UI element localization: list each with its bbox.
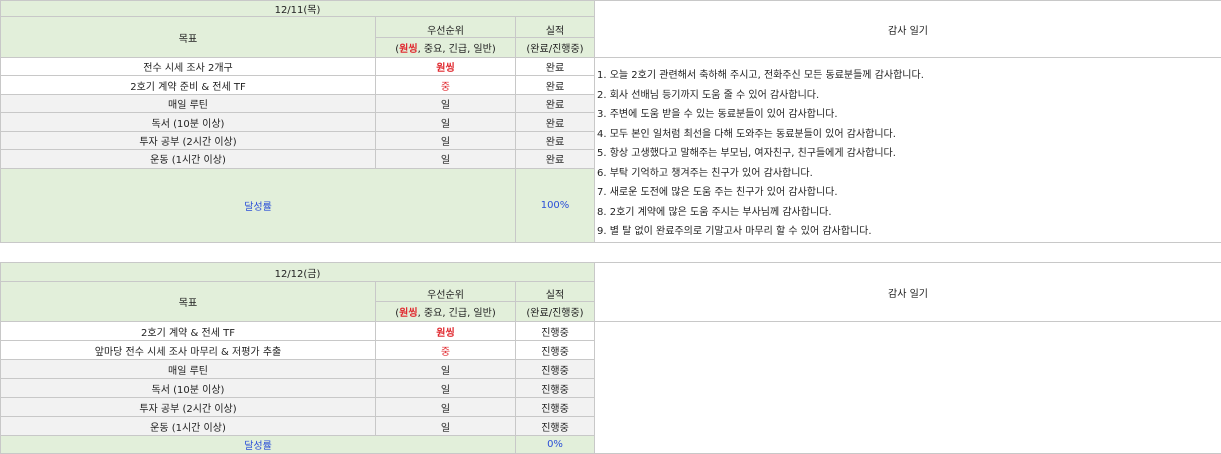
priority-cell: 중 (376, 341, 516, 360)
priority-cell: 중 (376, 76, 516, 94)
daily-plan-table-1211: 12/11(목) 감사 일기 목표 우선순위 실적 (원씽, 중요, 긴급, 일… (0, 0, 1221, 243)
priority-cell: 일 (376, 113, 516, 131)
result-subheader: (완료/진행중) (516, 302, 595, 322)
result-cell: 진행중 (516, 360, 595, 379)
goal-cell: 2호기 계약 & 전세 TF (1, 322, 376, 341)
result-cell: 진행중 (516, 398, 595, 417)
result-subheader: (완료/진행중) (516, 38, 595, 58)
priority-cell: 원씽 (376, 58, 516, 76)
goal-header: 목표 (1, 282, 376, 322)
result-header: 실적 (516, 282, 595, 302)
diary-entry: 8. 2호기 계약에 많은 도움 주시는 부사님께 감사합니다. (597, 203, 1221, 223)
diary-entry: 4. 모두 본인 일처럼 최선을 다해 도와주는 동료분들이 있어 감사합니다. (597, 125, 1221, 145)
diary-entry: 5. 항상 고생했다고 말해주는 부모님, 여자친구, 친구들에게 감사합니다. (597, 144, 1221, 164)
diary-content: 1. 오늘 2호기 관련해서 축하해 주시고, 전화주신 모든 동료분들께 감사… (595, 58, 1221, 243)
diary-header: 감사 일기 (595, 1, 1221, 58)
table-row: 2호기 계약 & 전세 TF원씽진행중 (1, 322, 1221, 341)
priority-header: 우선순위 (376, 282, 516, 302)
priority-subheader: (원씽, 중요, 긴급, 일반) (376, 38, 516, 58)
priority-cell: 일 (376, 398, 516, 417)
priority-cell: 일 (376, 417, 516, 436)
goal-cell: 운동 (1시간 이상) (1, 417, 376, 436)
achievement-value: 100% (516, 168, 595, 242)
priority-cell: 원씽 (376, 322, 516, 341)
achievement-value: 0% (516, 436, 595, 454)
priority-cell: 일 (376, 379, 516, 398)
result-cell: 완료 (516, 76, 595, 94)
result-cell: 진행중 (516, 379, 595, 398)
priority-cell: 일 (376, 94, 516, 112)
achievement-label: 달성률 (1, 168, 516, 242)
goal-cell: 투자 공부 (2시간 이상) (1, 131, 376, 149)
diary-entry: 2. 회사 선배님 등기까지 도움 줄 수 있어 감사합니다. (597, 86, 1221, 106)
goal-cell: 전수 시세 조사 2개구 (1, 58, 376, 76)
priority-header: 우선순위 (376, 17, 516, 38)
daily-plan-table-1212: 12/12(금) 감사 일기 목표 우선순위 실적 (원씽, 중요, 긴급, 일… (0, 262, 1221, 454)
goal-cell: 독서 (10분 이상) (1, 379, 376, 398)
diary-entry: 7. 새로운 도전에 많은 도움 주는 친구가 있어 감사합니다. (597, 183, 1221, 203)
diary-entry: 1. 오늘 2호기 관련해서 축하해 주시고, 전화주신 모든 동료분들께 감사… (597, 66, 1221, 86)
goal-header: 목표 (1, 17, 376, 58)
diary-header: 감사 일기 (595, 263, 1221, 322)
result-cell: 완료 (516, 94, 595, 112)
result-cell: 진행중 (516, 322, 595, 341)
result-cell: 완료 (516, 131, 595, 149)
goal-cell: 매일 루틴 (1, 360, 376, 379)
result-cell: 완료 (516, 113, 595, 131)
date-header: 12/12(금) (1, 263, 595, 282)
achievement-label: 달성률 (1, 436, 516, 454)
goal-cell: 앞마당 전수 시세 조사 마무리 & 저평가 추출 (1, 341, 376, 360)
date-header: 12/11(목) (1, 1, 595, 17)
priority-cell: 일 (376, 360, 516, 379)
goal-cell: 운동 (1시간 이상) (1, 150, 376, 168)
goal-cell: 2호기 계약 준비 & 전세 TF (1, 76, 376, 94)
priority-subheader: (원씽, 중요, 긴급, 일반) (376, 302, 516, 322)
goal-cell: 투자 공부 (2시간 이상) (1, 398, 376, 417)
diary-content (595, 322, 1221, 454)
goal-cell: 독서 (10분 이상) (1, 113, 376, 131)
diary-entry: 6. 부탁 기억하고 챙겨주는 친구가 있어 감사합니다. (597, 164, 1221, 184)
result-cell: 완료 (516, 150, 595, 168)
priority-cell: 일 (376, 150, 516, 168)
result-cell: 완료 (516, 58, 595, 76)
priority-cell: 일 (376, 131, 516, 149)
result-cell: 진행중 (516, 341, 595, 360)
diary-entry: 3. 주변에 도움 받을 수 있는 동료분들이 있어 감사합니다. (597, 105, 1221, 125)
table-row: 전수 시세 조사 2개구원씽완료1. 오늘 2호기 관련해서 축하해 주시고, … (1, 58, 1221, 76)
goal-cell: 매일 루틴 (1, 94, 376, 112)
diary-entry: 9. 별 탈 없이 완료주의로 기말고사 마무리 할 수 있어 감사합니다. (597, 222, 1221, 242)
result-header: 실적 (516, 17, 595, 38)
result-cell: 진행중 (516, 417, 595, 436)
